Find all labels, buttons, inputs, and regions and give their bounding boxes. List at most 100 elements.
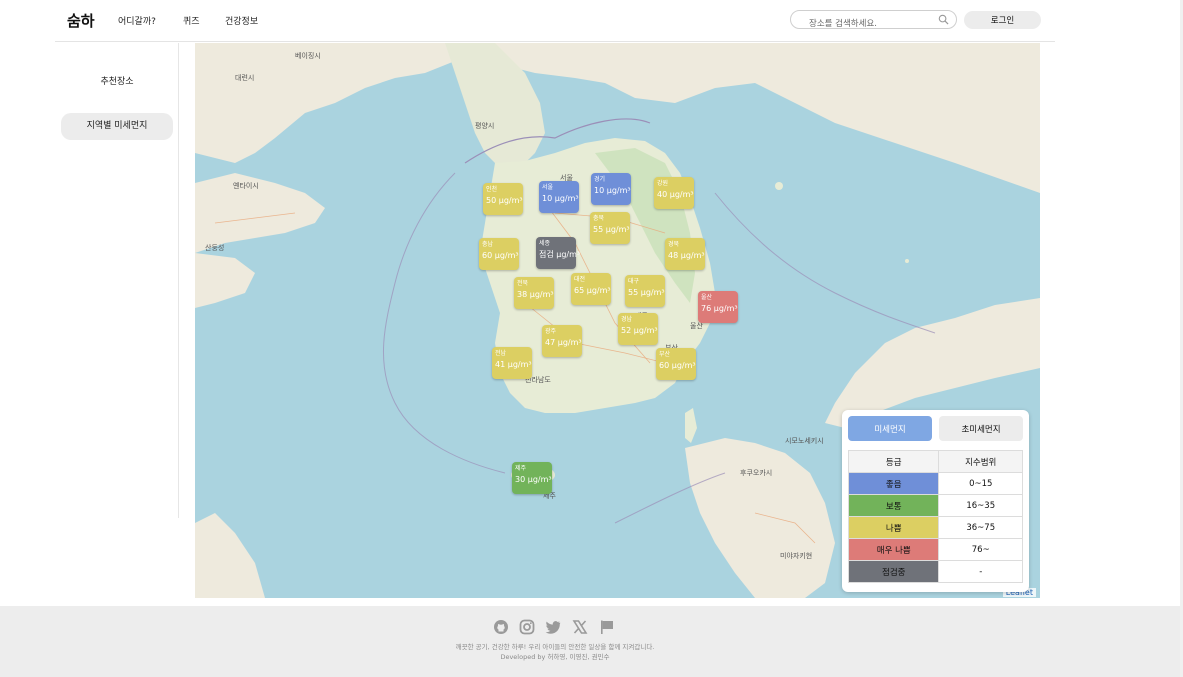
marker-region: 경기 — [594, 176, 606, 183]
map-marker-4[interactable]: 충북 55 μg/m³ — [590, 212, 630, 244]
place-label: 산둥성 — [205, 244, 225, 252]
footer: 깨끗한 공기, 건강한 하루! 우리 아이들의 안전한 일상을 함께 지켜갑니다… — [0, 606, 1180, 677]
table-row: 매우 나쁨 76~ — [847, 538, 1023, 561]
map-marker-9[interactable]: 대전 65 μg/m³ — [571, 273, 611, 305]
map-marker-14[interactable]: 전남 41 μg/m³ — [492, 347, 532, 379]
marker-region: 대전 — [574, 276, 586, 283]
marker-region: 인천 — [486, 186, 498, 193]
grade-cell: 점검중 — [847, 560, 940, 583]
twitter-icon[interactable] — [545, 619, 561, 635]
marker-value: 10 μg/m³ — [542, 194, 579, 203]
marker-region: 부산 — [659, 351, 671, 358]
nav-quiz[interactable]: 퀴즈 — [183, 14, 200, 27]
map-marker-3[interactable]: 강원 40 μg/m³ — [654, 177, 694, 209]
header: 숨하 어디갈까? 퀴즈 건강정보 로그인 — [55, 0, 1055, 42]
legend-panel: 미세먼지 초미세먼지 등급 지수범위 좋음 0~15 보통 16~35 나쁨 3… — [842, 410, 1029, 592]
marker-value: 30 μg/m³ — [515, 475, 552, 484]
map-marker-10[interactable]: 대구 55 μg/m³ — [625, 275, 665, 307]
range-cell: 76~ — [938, 538, 1023, 561]
grade-cell: 나쁨 — [847, 516, 940, 539]
sidebar-item-regional-fine-dust[interactable]: 지역별 미세먼지 — [61, 113, 173, 140]
marker-value: 50 μg/m³ — [486, 196, 523, 205]
sidebar-item-recommended-places[interactable]: 추천장소 — [61, 69, 173, 96]
marker-value: 41 μg/m³ — [495, 360, 532, 369]
marker-value: 52 μg/m³ — [621, 326, 658, 335]
marker-region: 대구 — [628, 278, 640, 285]
marker-value: 60 μg/m³ — [482, 251, 519, 260]
place-label: 후쿠오카시 — [740, 469, 773, 477]
logo[interactable]: 숨하 — [67, 10, 95, 31]
place-label: 미야자키현 — [780, 552, 813, 560]
range-cell: 36~75 — [938, 516, 1023, 539]
footer-tagline: 깨끗한 공기, 건강한 하루! 우리 아이들의 안전한 일상을 함께 지켜갑니다… — [455, 643, 655, 651]
nav-where-to-go[interactable]: 어디갈까? — [118, 14, 156, 27]
map-marker-13[interactable]: 광주 47 μg/m³ — [542, 325, 582, 357]
table-row: 좋음 0~15 — [847, 472, 1023, 495]
map-marker-2[interactable]: 경기 10 μg/m³ — [591, 173, 631, 205]
marker-value: 60 μg/m³ — [659, 361, 696, 370]
map-marker-1[interactable]: 서울 10 μg/m³ — [539, 181, 579, 213]
marker-region: 광주 — [545, 328, 557, 335]
map-marker-0[interactable]: 인천 50 μg/m³ — [483, 183, 523, 215]
map-marker-8[interactable]: 전북 38 μg/m³ — [514, 277, 554, 309]
table-header-grade: 등급 — [847, 450, 940, 473]
marker-region: 경남 — [621, 316, 633, 323]
flag-icon[interactable] — [599, 619, 615, 635]
map-marker-15[interactable]: 부산 60 μg/m³ — [656, 348, 696, 380]
map-marker-16[interactable]: 제주 30 μg/m³ — [512, 462, 552, 494]
marker-region: 서울 — [542, 184, 554, 191]
marker-region: 경북 — [668, 241, 680, 248]
marker-value: 55 μg/m³ — [628, 288, 665, 297]
marker-region: 울산 — [701, 294, 713, 301]
nav-health-info[interactable]: 건강정보 — [225, 14, 258, 27]
marker-value: 10 μg/m³ — [594, 186, 631, 195]
map-marker-11[interactable]: 울산 76 μg/m³ — [698, 291, 738, 323]
x-icon[interactable] — [572, 619, 588, 635]
marker-value: 38 μg/m³ — [517, 290, 554, 299]
footer-credits: Developed by 허하영, 이영진, 권민수 — [500, 653, 610, 661]
marker-region: 전남 — [495, 350, 507, 357]
marker-value: 점검 μg/m³ — [539, 250, 581, 259]
grade-table: 등급 지수범위 좋음 0~15 보통 16~35 나쁨 36~75 매우 나쁨 … — [847, 450, 1023, 583]
tab-fine-dust[interactable]: 미세먼지 — [848, 416, 932, 441]
marker-value: 47 μg/m³ — [545, 338, 582, 347]
marker-value: 65 μg/m³ — [574, 286, 611, 295]
place-label: 평양시 — [475, 122, 495, 130]
table-row: 점검중 - — [847, 560, 1023, 583]
search-icon[interactable] — [938, 14, 949, 25]
search-input[interactable] — [809, 15, 939, 33]
marker-region: 강원 — [657, 180, 669, 187]
place-label: 옌타이시 — [233, 182, 259, 190]
sidebar: 추천장소 지역별 미세먼지 — [55, 43, 179, 518]
place-label: 대련시 — [235, 74, 255, 82]
page: 숨하 어디갈까? 퀴즈 건강정보 로그인 추천장소 지역별 미세먼지 — [0, 0, 1183, 677]
range-cell: 16~35 — [938, 494, 1023, 517]
marker-value: 40 μg/m³ — [657, 190, 694, 199]
grade-cell: 보통 — [847, 494, 940, 517]
instagram-icon[interactable] — [519, 619, 535, 635]
marker-region: 충북 — [593, 215, 605, 222]
marker-region: 제주 — [515, 465, 527, 472]
marker-value: 76 μg/m³ — [701, 304, 738, 313]
map-marker-5[interactable]: 충남 60 μg/m³ — [479, 238, 519, 270]
marker-region: 전북 — [517, 280, 529, 287]
range-cell: 0~15 — [938, 472, 1023, 495]
map-marker-6[interactable]: 세종점검 μg/m³ — [536, 237, 581, 269]
table-row: 나쁨 36~75 — [847, 516, 1023, 539]
map-marker-7[interactable]: 경북 48 μg/m³ — [665, 238, 705, 270]
github-icon[interactable] — [493, 619, 509, 635]
marker-region: 세종 — [539, 240, 551, 247]
marker-value: 55 μg/m³ — [593, 225, 630, 234]
grade-cell: 매우 나쁨 — [847, 538, 940, 561]
marker-value: 48 μg/m³ — [668, 251, 705, 260]
marker-region: 충남 — [482, 241, 494, 248]
place-label: 베이징시 — [295, 52, 321, 60]
table-header-range: 지수범위 — [938, 450, 1023, 473]
login-button[interactable]: 로그인 — [964, 11, 1041, 29]
map-marker-12[interactable]: 경남 52 μg/m³ — [618, 313, 658, 345]
range-cell: - — [938, 560, 1023, 583]
place-label: 시모노세키시 — [785, 437, 824, 445]
table-row: 보통 16~35 — [847, 494, 1023, 517]
grade-cell: 좋음 — [847, 472, 940, 495]
tab-ultrafine-dust[interactable]: 초미세먼지 — [939, 416, 1023, 441]
